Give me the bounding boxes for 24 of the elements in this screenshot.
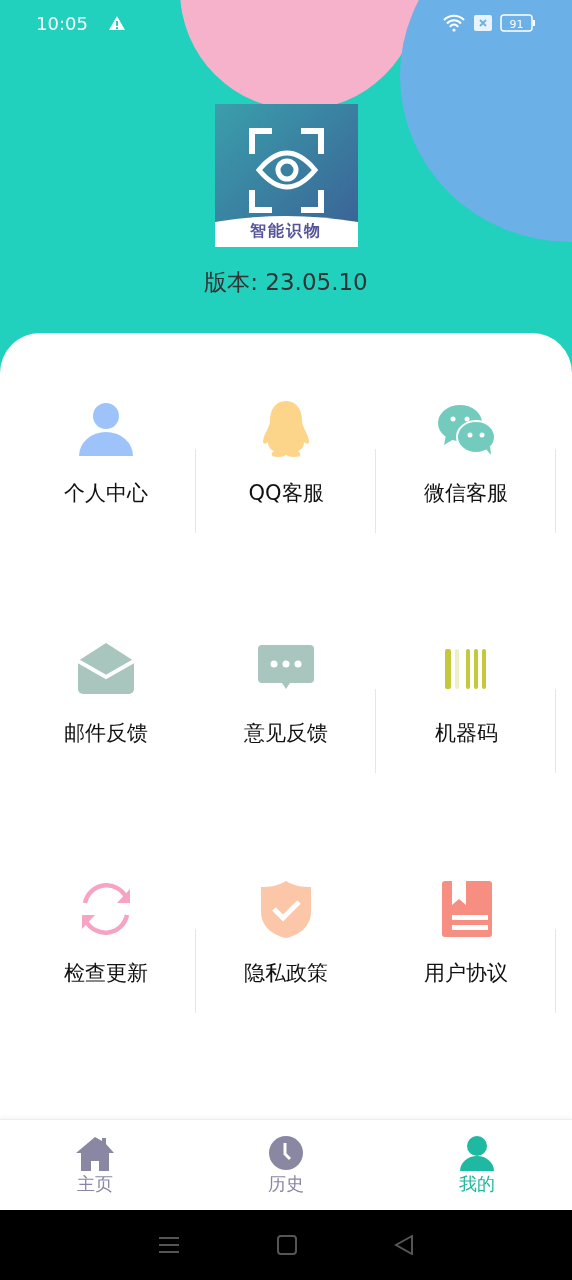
- home-icon: [75, 1134, 116, 1172]
- warning-icon: [107, 15, 126, 32]
- menu-icon[interactable]: [158, 1235, 181, 1255]
- home-square-icon[interactable]: [277, 1235, 297, 1255]
- sim-icon: [474, 15, 492, 32]
- menu-item[interactable]: 微信客服: [376, 399, 556, 639]
- menu-item[interactable]: 隐私政策: [196, 879, 376, 1119]
- version-text: 版本: 23.05.10: [204, 268, 368, 298]
- back-icon[interactable]: [393, 1235, 414, 1255]
- clock-icon: [266, 1134, 306, 1172]
- menu-item[interactable]: 个人中心: [16, 399, 196, 639]
- menu-item[interactable]: QQ客服: [196, 399, 376, 639]
- menu-item[interactable]: 检查更新: [16, 879, 196, 1119]
- menu-item[interactable]: 机器码: [376, 639, 556, 879]
- battery-icon: 91: [500, 14, 536, 33]
- wifi-icon: [442, 14, 466, 33]
- tab[interactable]: 主页: [0, 1120, 191, 1210]
- menu-item[interactable]: 意见反馈: [196, 639, 376, 879]
- tab[interactable]: 历史: [190, 1120, 382, 1210]
- status-time: 10:05: [36, 12, 88, 34]
- logo-text: 智能识物: [250, 221, 322, 243]
- menu-item[interactable]: 用户协议: [376, 879, 556, 1119]
- eye-scan-icon: [248, 128, 324, 214]
- menu-item[interactable]: 邮件反馈: [16, 639, 196, 879]
